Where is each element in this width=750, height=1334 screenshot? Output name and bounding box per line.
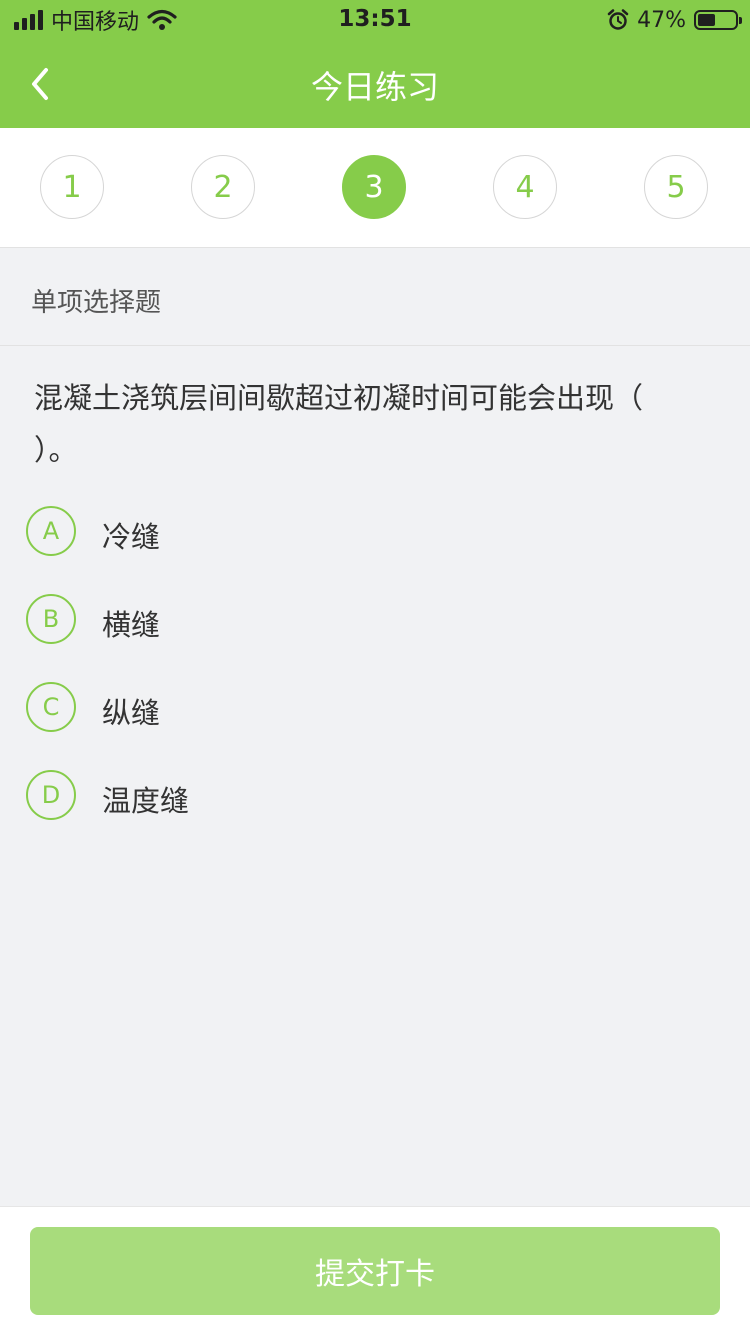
alarm-icon xyxy=(607,9,629,30)
step-selector: 1 2 3 4 5 xyxy=(0,128,750,248)
question-type-label: 单项选择题 xyxy=(31,288,162,318)
step-2-button[interactable]: 2 xyxy=(191,155,255,219)
battery-percent: 47% xyxy=(637,7,686,33)
step-3-button[interactable]: 3 xyxy=(342,155,406,219)
page-title: 今日练习 xyxy=(310,68,439,106)
option-a-text: 冷缝 xyxy=(102,520,161,554)
option-c[interactable]: C 纵缝 xyxy=(26,682,626,734)
option-b-text: 横缝 xyxy=(102,608,161,642)
header: 中国移动 13:51 47% 今日练习 xyxy=(0,0,750,128)
option-d[interactable]: D 温度缝 xyxy=(26,770,626,822)
option-b-letter: B xyxy=(26,594,76,644)
battery-level xyxy=(698,14,715,26)
step-1-button[interactable]: 1 xyxy=(40,155,104,219)
question-text: 混凝土浇筑层间间歇超过初凝时间可能会出现（ ）。 xyxy=(34,381,644,467)
submit-checkin-button[interactable]: 提交打卡 xyxy=(30,1227,720,1315)
option-b[interactable]: B 横缝 xyxy=(26,594,626,646)
question-type-bar: 单项选择题 xyxy=(0,248,750,346)
option-d-letter: D xyxy=(26,770,76,820)
option-d-text: 温度缝 xyxy=(102,784,190,818)
status-right: 47% xyxy=(607,6,742,34)
bottom-bar: 提交打卡 xyxy=(0,1206,750,1334)
nav-bar: 今日练习 xyxy=(0,46,750,122)
option-c-text: 纵缝 xyxy=(102,696,161,730)
step-4-button[interactable]: 4 xyxy=(493,155,557,219)
battery-icon xyxy=(694,10,742,30)
option-c-letter: C xyxy=(26,682,76,732)
option-a-letter: A xyxy=(26,506,76,556)
step-5-button[interactable]: 5 xyxy=(644,155,708,219)
status-bar: 中国移动 13:51 47% xyxy=(0,0,750,40)
option-a[interactable]: A 冷缝 xyxy=(26,506,626,558)
